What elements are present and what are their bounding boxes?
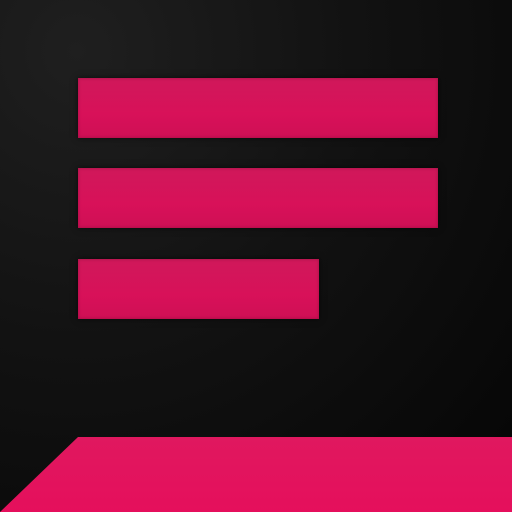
floor-shape [0, 437, 512, 512]
app-icon [0, 0, 512, 512]
